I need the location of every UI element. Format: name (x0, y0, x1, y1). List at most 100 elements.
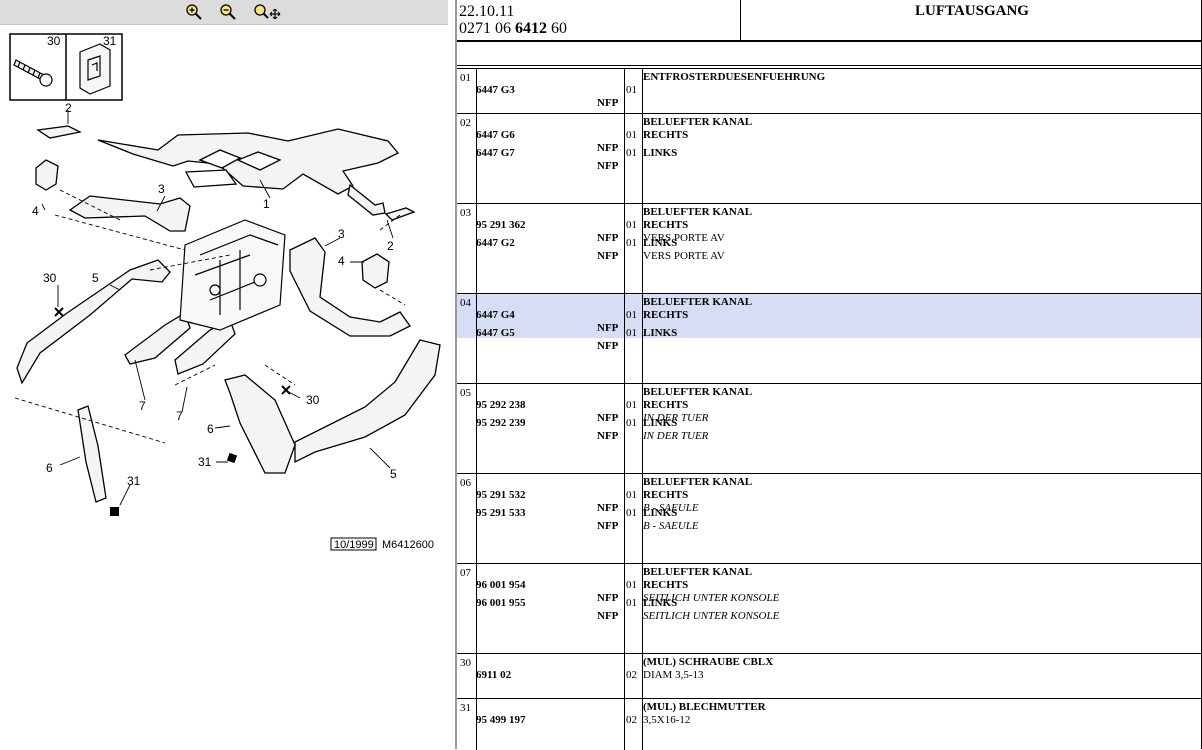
nfp-flag: NFP (597, 142, 619, 154)
column-divider (476, 474, 477, 564)
nfp-flag: NFP (597, 250, 619, 262)
group-number: 04 (460, 297, 471, 309)
part-number[interactable]: 95 291 533 (476, 507, 526, 519)
column-divider (624, 69, 625, 114)
diagram-panel: 30 31 2 3 4 1 3 2 4 30 5 7 7 30 6 5 6 31… (0, 0, 455, 749)
group-number: 02 (460, 117, 471, 129)
part-description: LINKS (643, 147, 678, 159)
part-description: ENTFROSTERDUESENFUEHRUNG (643, 71, 826, 83)
column-divider (624, 294, 625, 384)
callout: 7 (139, 399, 146, 413)
clip-drawing (79, 43, 111, 95)
callout: 7 (176, 409, 183, 423)
nfp-flag: NFP (597, 232, 619, 244)
group-number: 30 (460, 657, 471, 669)
part-quantity: 01 (626, 399, 637, 411)
part-number[interactable]: 6447 G7 (476, 147, 515, 159)
zoom-pan-icon[interactable] (252, 3, 282, 21)
part-number[interactable]: 95 292 238 (476, 399, 526, 411)
parts-group-02[interactable]: 02 BELUEFTER KANAL RECHTS 6447 G6 01 NFP LINKS… (457, 113, 1202, 204)
exploded-parts-diagram: 30 31 2 3 4 1 3 2 4 30 5 7 7 30 6 5 6 31… (9, 33, 441, 551)
callout: 1 (263, 197, 270, 211)
part-quantity: 01 (626, 579, 637, 591)
column-divider (476, 294, 477, 384)
parts-group-04[interactable]: 04 BELUEFTER KANAL RECHTS 6447 G4 01 NFP LINKS… (457, 293, 1202, 384)
part-number[interactable]: 6447 G4 (476, 309, 515, 321)
nfp-flag: NFP (597, 592, 619, 604)
zoom-in-icon[interactable] (184, 3, 204, 21)
part-description: SEITLICH UNTER KONSOLE (643, 610, 780, 622)
part-description: (MUL) BLECHMUTTER (643, 701, 766, 713)
part-number[interactable]: 95 499 197 (476, 714, 526, 726)
callout: 5 (390, 467, 397, 481)
part-description: B - SAEULE (643, 520, 699, 532)
part-number[interactable]: 96 001 955 (476, 597, 526, 609)
column-divider (476, 114, 477, 204)
callout: 4 (32, 204, 39, 218)
callout: 30 (306, 393, 320, 407)
part-description: BELUEFTER KANAL (643, 386, 753, 398)
part-description: (MUL) SCHRAUBE CBLX (643, 656, 774, 668)
part-description: LINKS (643, 417, 678, 429)
column-divider (476, 384, 477, 474)
group-number: 03 (460, 207, 471, 219)
callout: 4 (338, 254, 345, 268)
nfp-flag: NFP (597, 610, 619, 622)
part-number[interactable]: 95 291 532 (476, 489, 526, 501)
group-number: 06 (460, 477, 471, 489)
nfp-flag: NFP (597, 430, 619, 442)
parts-group-30[interactable]: 30 (MUL) SCHRAUBE CBLX DIAM 3,5-13 6911 02 0… (457, 653, 1202, 699)
parts-group-06[interactable]: 06 BELUEFTER KANAL RECHTS B - SAEULE 95 291 … (457, 473, 1202, 564)
callout: 30 (43, 271, 57, 285)
parts-list-panel: 22.10.11 0271 06 6412 60 LUFTAUSGANG 01 E… (457, 0, 1202, 750)
callout: 2 (387, 239, 394, 253)
part-description: LINKS (643, 507, 678, 519)
part-quantity: 01 (626, 597, 637, 609)
nfp-flag: NFP (597, 412, 619, 424)
callout: 3 (338, 227, 345, 241)
part-number[interactable]: 95 291 362 (476, 219, 526, 231)
part-number[interactable]: 6447 G5 (476, 327, 515, 339)
column-divider (624, 204, 625, 294)
column-divider (476, 204, 477, 294)
header-code: 0271 06 6412 60 (459, 20, 567, 37)
parts-group-01[interactable]: 01 ENTFROSTERDUESENFUEHRUNG 6447 G3 01 NFP (457, 68, 1202, 114)
callout: 5 (92, 271, 99, 285)
heater-unit (179, 219, 286, 331)
group-number: 07 (460, 567, 471, 579)
parts-group-05[interactable]: 05 BELUEFTER KANAL RECHTS IN DER TUER 95 292… (457, 383, 1202, 474)
part-number[interactable]: 6447 G3 (476, 84, 515, 96)
callout: 30 (47, 34, 61, 48)
part-description: 3,5X16-12 (643, 714, 691, 726)
parts-group-31[interactable]: 31 (MUL) BLECHMUTTER 3,5X16-12 95 499 197 02 (457, 698, 1202, 750)
callout: 6 (46, 461, 53, 475)
parts-group-03[interactable]: 03 BELUEFTER KANAL RECHTS VERS PORTE AV 95 2… (457, 203, 1202, 294)
part-description: RECHTS (643, 219, 689, 231)
part-description: BELUEFTER KANAL (643, 206, 753, 218)
part-description: LINKS (643, 237, 678, 249)
nfp-flag: NFP (597, 520, 619, 532)
diagram-toolbar (0, 0, 448, 25)
part-number[interactable]: 6911 02 (476, 669, 511, 681)
part-number[interactable]: 6447 G2 (476, 237, 515, 249)
column-divider (476, 564, 477, 654)
part-number[interactable]: 96 001 954 (476, 579, 526, 591)
part-quantity: 01 (626, 147, 637, 159)
group-number: 01 (460, 72, 471, 84)
nfp-flag: NFP (597, 340, 619, 352)
nfp-flag: NFP (597, 322, 619, 334)
part-quantity: 01 (626, 489, 637, 501)
nfp-flag: NFP (597, 502, 619, 514)
column-divider (624, 654, 625, 699)
parts-group-07[interactable]: 07 BELUEFTER KANAL RECHTS SEITLICH UNTER KO… (457, 563, 1202, 654)
part-number[interactable]: 95 292 239 (476, 417, 526, 429)
column-divider (624, 564, 625, 654)
part-quantity: 01 (626, 327, 637, 339)
callout: 31 (103, 34, 117, 48)
diagram-date-label: 10/1999 (334, 539, 374, 551)
callout: 2 (65, 101, 72, 115)
zoom-out-icon[interactable] (218, 3, 238, 21)
part-number[interactable]: 6447 G6 (476, 129, 515, 141)
part-description: LINKS (643, 327, 678, 339)
part-description: VERS PORTE AV (643, 250, 725, 262)
